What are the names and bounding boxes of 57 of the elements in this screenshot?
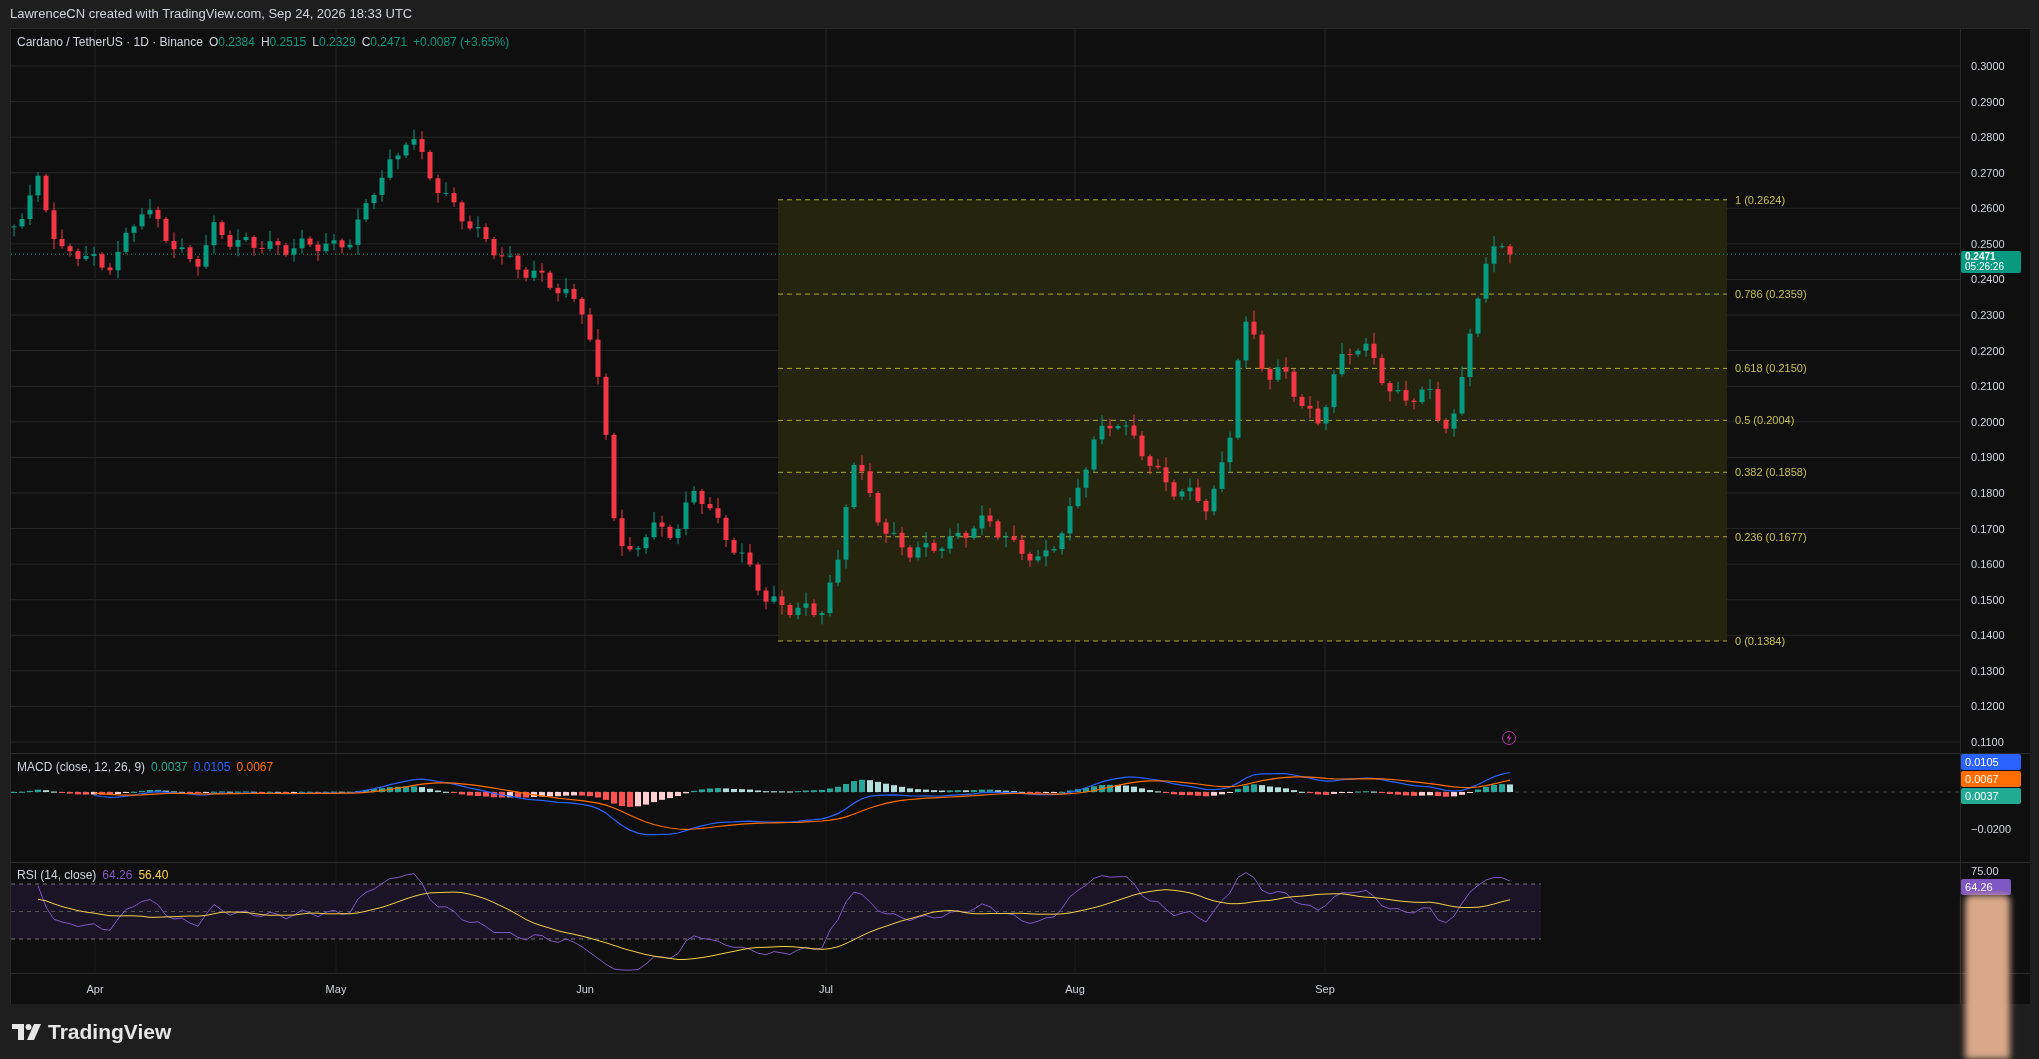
macd-value: 0.0037: [151, 759, 188, 776]
macd-axis-label: −0.0200: [1971, 822, 2012, 836]
time-axis-label: Jul: [818, 982, 834, 996]
price-axis-label: 0.1800: [1971, 485, 2005, 500]
credit-text: LawrenceCN created with TradingView.com, Sep 24, 2026 18:33 UTC: [10, 5, 413, 24]
price-axis-label: 0.3000: [1971, 59, 2005, 73]
time-axis-label: May: [325, 982, 347, 996]
fibonacci-level-label: 0.618 (0.2150): [1735, 361, 1807, 376]
price-axis-label: 0.2400: [1971, 272, 2005, 287]
ohlc-value: O0.2384: [208, 34, 255, 51]
macd-value: 0.0105: [193, 759, 231, 776]
price-axis-label: 0.1700: [1971, 521, 2005, 536]
time-axis-label: Jun: [576, 982, 594, 996]
rsi-title: RSI (14, close): [17, 867, 97, 884]
price-axis-label: 0.1400: [1971, 628, 2005, 643]
last-price-tag: 0.2471 05:26:26: [1961, 250, 2022, 273]
macd-title: MACD (close, 12, 26, 9): [17, 759, 146, 776]
ohlc-value: H0.2515: [260, 34, 307, 51]
fibonacci-level-label: 0.786 (0.2359): [1735, 287, 1807, 302]
price-axis-label: 0.2300: [1971, 308, 2005, 323]
rsi-value: 56.40: [138, 867, 169, 884]
price-axis-label: 0.2000: [1971, 414, 2005, 429]
price-axis-label: 0.2800: [1971, 130, 2005, 145]
price-axis-label: 0.1100: [1971, 735, 2004, 749]
price-axis-label: 0.1600: [1971, 557, 2005, 572]
price-axis-label: 0.1500: [1971, 592, 2005, 607]
macd-value: 0.0067: [236, 759, 274, 776]
rsi-axis-label: 75.00: [1971, 864, 1999, 878]
price-axis-label: 0.2100: [1971, 379, 2005, 394]
price-axis-label: 0.2700: [1971, 165, 2005, 180]
price-axis-label: 0.1200: [1971, 699, 2005, 714]
tradingview-logo-icon: [12, 1023, 42, 1040]
lightning-icon: [1502, 731, 1516, 745]
ohlc-value: L0.2329: [312, 34, 356, 51]
fibonacci-level-label: 0 (0.1384): [1735, 633, 1786, 648]
macd-value-tag: 0.0067: [1961, 771, 2022, 787]
price-axis-label: 0.2600: [1971, 201, 2005, 216]
price-axis-label: 0.2900: [1971, 94, 2005, 109]
time-axis-label: Aug: [1065, 982, 1085, 996]
fibonacci-level-label: 0.236 (0.1677): [1735, 529, 1807, 544]
macd-value-tag: 0.0037: [1961, 788, 2022, 804]
price-change: +0.0087 (+3.65%): [413, 34, 510, 51]
macd-value-tag: 0.0105: [1961, 754, 2022, 770]
price-axis-label: 0.2200: [1971, 343, 2005, 358]
brand-name: TradingView: [48, 1018, 172, 1045]
time-axis-label: Apr: [86, 982, 104, 996]
fibonacci-level-label: 1 (0.2624): [1735, 192, 1786, 207]
price-axis-label: 0.2500: [1971, 236, 2005, 251]
fibonacci-level-label: 0.382 (0.1858): [1735, 465, 1807, 480]
time-axis-label: Sep: [1315, 982, 1335, 996]
ohlc-value: C0.2471: [361, 34, 408, 51]
price-axis-label: 0.1900: [1971, 450, 2005, 465]
rsi-value-tag: 64.26: [1961, 879, 2012, 895]
fibonacci-level-label: 0.5 (0.2004): [1735, 413, 1795, 428]
symbol-title: Cardano / TetherUS · 1D · Binance: [17, 34, 203, 51]
price-axis-label: 0.1300: [1971, 663, 2005, 678]
rsi-value: 64.26: [102, 867, 133, 884]
